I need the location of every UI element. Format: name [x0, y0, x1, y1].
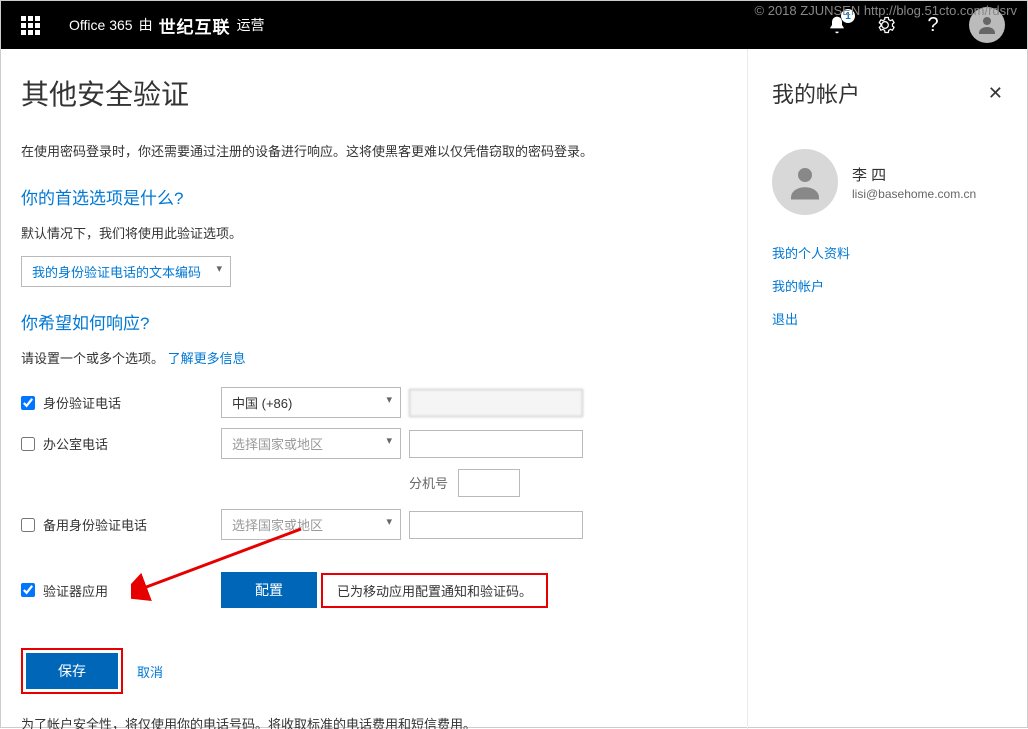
page-title: 其他安全验证 — [21, 73, 727, 113]
save-button-highlight: 保存 — [21, 648, 123, 694]
office-phone-number-input[interactable] — [409, 430, 583, 458]
cancel-link[interactable]: 取消 — [137, 662, 163, 681]
preferred-option-dropdown[interactable]: 我的身份验证电话的文本编码 — [21, 256, 231, 287]
brand-mid: 由 — [139, 15, 153, 35]
profile-email: lisi@basehome.com.cn — [852, 187, 976, 201]
action-row: 保存 取消 — [21, 648, 727, 694]
footer-note: 为了帐户安全性，将仅使用你的电话号码。将收取标准的电话费用和短信费用。 — [21, 714, 727, 729]
auth-phone-country-select[interactable]: 中国 (+86) — [221, 387, 401, 418]
save-button[interactable]: 保存 — [26, 653, 118, 689]
row-auth-phone: 身份验证电话 中国 (+86) — [21, 387, 727, 418]
office-phone-checkbox[interactable] — [21, 437, 35, 451]
close-sidebar-button[interactable]: ✕ — [988, 83, 1003, 104]
intro-text: 在使用密码登录时，你还需要通过注册的设备进行响应。这将使黑客更难以仅凭借窃取的密… — [21, 141, 727, 160]
auth-phone-checkbox[interactable] — [21, 396, 35, 410]
respond-note: 请设置一个或多个选项。 了解更多信息 — [21, 348, 727, 367]
watermark-text: © 2018 ZJUNSEN http://blog.51cto.com/rds… — [755, 3, 1017, 18]
office-phone-country-select[interactable]: 选择国家或地区 — [221, 428, 401, 459]
row-office-phone: 办公室电话 选择国家或地区 — [21, 428, 727, 459]
waffle-icon — [21, 16, 40, 35]
brand-label: Office 365 由 世纪互联 运营 — [69, 13, 265, 38]
authenticator-checkbox[interactable] — [21, 583, 35, 597]
authenticator-label: 验证器应用 — [43, 581, 108, 600]
app-launcher-button[interactable] — [9, 4, 51, 46]
respond-heading: 你希望如何响应? — [21, 309, 727, 334]
link-my-account[interactable]: 我的帐户 — [772, 276, 1003, 295]
profile-name: 李 四 — [852, 164, 976, 185]
office-phone-ext-input[interactable] — [458, 469, 520, 497]
backup-phone-checkbox[interactable] — [21, 518, 35, 532]
brand-suffix: 运营 — [237, 15, 265, 35]
auth-phone-label: 身份验证电话 — [43, 393, 121, 412]
configure-button[interactable]: 配置 — [221, 572, 317, 608]
row-office-ext: 分机号 — [21, 469, 727, 497]
brand-logo-text: 世纪互联 — [159, 13, 231, 38]
row-backup-phone: 备用身份验证电话 选择国家或地区 — [21, 509, 727, 540]
person-icon — [784, 161, 826, 203]
close-icon: ✕ — [988, 83, 1003, 103]
gear-icon — [875, 15, 895, 35]
link-my-profile[interactable]: 我的个人资料 — [772, 243, 1003, 262]
row-authenticator: 验证器应用 配置 已为移动应用配置通知和验证码。 — [21, 572, 727, 608]
account-sidebar: 我的帐户 ✕ 李 四 lisi@basehome.com.cn 我的个人资料 我… — [747, 49, 1027, 729]
config-status-text: 已为移动应用配置通知和验证码。 — [321, 573, 548, 608]
profile-avatar — [772, 149, 838, 215]
main-content: 其他安全验证 在使用密码登录时，你还需要通过注册的设备进行响应。这将使黑客更难以… — [1, 49, 747, 729]
preferred-option-note: 默认情况下，我们将使用此验证选项。 — [21, 223, 727, 242]
profile-block: 李 四 lisi@basehome.com.cn — [772, 149, 1003, 215]
learn-more-link[interactable]: 了解更多信息 — [168, 351, 246, 366]
preferred-option-heading: 你的首选选项是什么? — [21, 184, 727, 209]
auth-phone-number-input[interactable] — [409, 389, 583, 417]
link-sign-out[interactable]: 退出 — [772, 309, 1003, 328]
office-phone-label: 办公室电话 — [43, 434, 108, 453]
sidebar-title: 我的帐户 — [772, 77, 860, 109]
backup-phone-number-input[interactable] — [409, 511, 583, 539]
respond-note-prefix: 请设置一个或多个选项。 — [21, 351, 164, 366]
ext-label: 分机号 — [409, 476, 448, 491]
backup-phone-label: 备用身份验证电话 — [43, 515, 147, 534]
backup-phone-country-select[interactable]: 选择国家或地区 — [221, 509, 401, 540]
brand-prefix: Office 365 — [69, 17, 133, 33]
